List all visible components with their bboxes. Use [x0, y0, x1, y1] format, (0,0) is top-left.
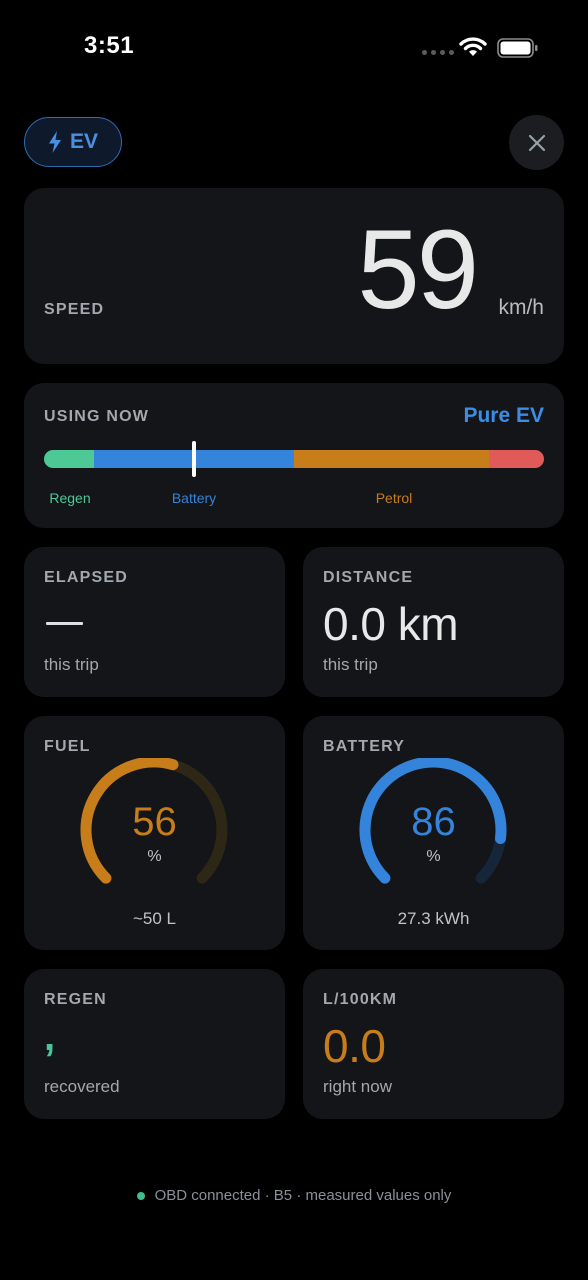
cellular-signal-icon [422, 50, 454, 55]
battery-value: 86 [411, 800, 456, 844]
lightning-bolt-icon [48, 131, 61, 153]
power-source-segment [44, 450, 94, 468]
battery-sub: 27.3 kWh [397, 909, 470, 928]
elapsed-caption: ELAPSED [44, 569, 128, 586]
connection-status-text: OBD connected · B5 · measured values onl… [154, 1187, 452, 1204]
consumption-card: L/100KM 0.0 right now [303, 969, 564, 1119]
regen-card: REGEN , recovered [24, 969, 285, 1119]
status-bar: 3:51 [0, 0, 588, 96]
speed-value: 59 [357, 207, 479, 332]
fuel-value: 56 [132, 800, 177, 844]
power-source-card: USING NOW Pure EV Regen Battery Petrol [24, 383, 564, 528]
speed-caption: SPEED [44, 301, 105, 318]
regen-segment-label: Regen [49, 490, 91, 506]
consumption-sub: right now [323, 1077, 392, 1096]
close-icon [528, 134, 545, 151]
consumption-value: 0.0 [323, 1020, 386, 1072]
fuel-unit: % [147, 848, 162, 865]
battery-segment-label: Battery [171, 490, 217, 506]
speed-card: SPEED 59 km/h [24, 188, 564, 364]
elapsed-value [46, 622, 83, 625]
ev-mode-badge[interactable]: EV [24, 117, 122, 167]
consumption-caption: L/100KM [323, 991, 398, 1008]
wifi-icon [459, 37, 487, 56]
speed-unit: km/h [498, 296, 544, 319]
drive-mode-label: Pure EV [463, 404, 544, 427]
power-source-marker [192, 441, 196, 477]
battery-card: BATTERY 86 % 27.3 kWh [303, 716, 564, 950]
power-source-bar [44, 450, 544, 468]
fuel-caption: FUEL [44, 738, 91, 755]
distance-value: 0.0 km [323, 598, 459, 650]
petrol-segment-label: Petrol [375, 490, 413, 506]
connection-status: OBD connected · B5 · measured values onl… [0, 1187, 588, 1204]
status-time: 3:51 [84, 32, 135, 59]
elapsed-sub: this trip [44, 655, 99, 674]
regen-sub: recovered [44, 1077, 120, 1096]
battery-status-icon [497, 38, 538, 58]
using-now-caption: USING NOW [44, 408, 150, 425]
ev-mode-label: EV [69, 130, 98, 153]
power-source-segment [489, 450, 544, 468]
close-button[interactable] [509, 115, 564, 170]
distance-card: DISTANCE 0.0 km this trip [303, 547, 564, 697]
regen-value: , [44, 1015, 56, 1059]
battery-caption: BATTERY [323, 738, 406, 755]
fuel-sub: ~50 L [132, 909, 176, 928]
distance-caption: DISTANCE [323, 569, 414, 586]
connection-status-dot [136, 1191, 145, 1200]
regen-caption: REGEN [44, 991, 107, 1008]
power-source-segment [294, 450, 489, 468]
battery-unit: % [426, 848, 441, 865]
fuel-card: FUEL 56 % ~50 L [24, 716, 285, 950]
distance-sub: this trip [323, 655, 378, 674]
elapsed-card: ELAPSED this trip [24, 547, 285, 697]
